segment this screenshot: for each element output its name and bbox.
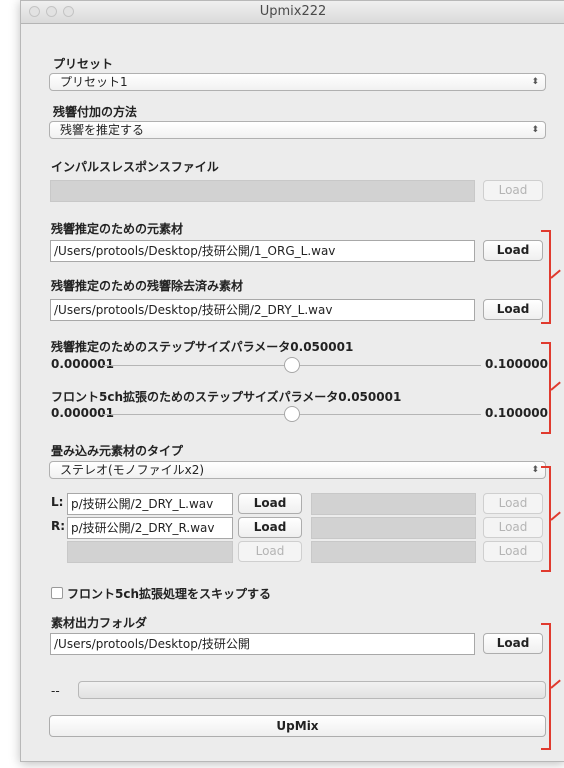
right-file-path-field[interactable]: p/技研公開/2_DRY_R.wav — [67, 517, 233, 539]
output-folder-label: 素材出力フォルダ — [51, 616, 148, 630]
right-file-extra-field — [311, 517, 476, 539]
select-arrows-icon: ⬍ — [531, 77, 539, 87]
left-file-extra-load-button: Load — [483, 493, 543, 514]
annotation-bracket-tick — [550, 679, 561, 689]
upmix-button[interactable]: UpMix — [49, 715, 546, 737]
orig-source-label: 残響推定のための元素材 — [51, 222, 184, 236]
step2-max-value: 0.100000 — [485, 406, 549, 420]
dry-source-load-button[interactable]: Load — [483, 299, 543, 320]
impulse-label: インパルスレスポンスファイル — [51, 160, 219, 174]
orig-source-load-button[interactable]: Load — [483, 240, 543, 261]
select-arrows-icon: ⬍ — [531, 465, 539, 475]
dry-source-label: 残響推定のための残響除去済み素材 — [51, 279, 244, 293]
conv-type-label: 畳み込み元素材のタイプ — [51, 444, 184, 458]
right-file-extra-load-button: Load — [483, 517, 543, 538]
orig-source-path-field[interactable]: /Users/protools/Desktop/技研公開/1_ORG_L.wav — [50, 240, 475, 262]
step2-min-value: 0.000001 — [51, 406, 115, 420]
step1-min-value: 0.000001 — [51, 357, 115, 371]
step1-max-value: 0.100000 — [485, 357, 549, 371]
third-file-load-button: Load — [238, 541, 302, 562]
impulse-file-field — [50, 180, 475, 202]
step2-slider-thumb[interactable] — [284, 406, 300, 422]
third-file-extra-load-button: Load — [483, 541, 543, 562]
conv-type-select[interactable]: ステレオ(モノファイルx2) ⬍ — [49, 461, 546, 479]
step1-slider-thumb[interactable] — [284, 357, 300, 373]
preset-label: プリセット — [53, 57, 114, 71]
left-file-path-field[interactable]: p/技研公開/2_DRY_L.wav — [67, 493, 233, 515]
annotation-bracket — [541, 342, 551, 434]
conv-type-select-value: ステレオ(モノファイルx2) — [60, 463, 205, 477]
annotation-bracket-tick — [550, 381, 561, 391]
third-file-extra-field — [311, 541, 476, 563]
annotation-bracket-tick — [550, 269, 561, 279]
third-file-path-field — [67, 541, 233, 563]
progress-bar — [78, 681, 546, 699]
skip-front-label[interactable]: フロント5ch拡張処理をスキップする — [67, 585, 271, 602]
select-arrows-icon: ⬍ — [531, 125, 539, 135]
skip-front-checkbox[interactable] — [51, 587, 63, 599]
step1-label: 残響推定のためのステップサイズパラメータ0.050001 — [51, 340, 354, 354]
output-folder-load-button[interactable]: Load — [483, 633, 543, 654]
left-channel-label: L: — [51, 495, 64, 509]
right-file-load-button[interactable]: Load — [238, 517, 302, 538]
window-title: Upmix222 — [259, 4, 327, 19]
left-file-extra-field — [311, 493, 476, 515]
left-file-load-button[interactable]: Load — [238, 493, 302, 514]
reverb-method-select-value: 残響を推定する — [60, 123, 145, 137]
progress-status-text: -- — [51, 684, 60, 698]
title-bar: Upmix222 — [21, 1, 564, 24]
annotation-bracket-tick — [550, 511, 561, 521]
impulse-load-button: Load — [483, 180, 543, 201]
app-window: Upmix222 プリセット プリセット1 ⬍ 残響付加の方法 残響を推定する … — [20, 0, 564, 762]
dry-source-path-field[interactable]: /Users/protools/Desktop/技研公開/2_DRY_L.wav — [50, 299, 475, 321]
preset-select[interactable]: プリセット1 ⬍ — [49, 73, 546, 91]
reverb-method-select[interactable]: 残響を推定する ⬍ — [49, 121, 546, 139]
preset-select-value: プリセット1 — [60, 75, 128, 89]
reverb-method-label: 残響付加の方法 — [53, 105, 138, 119]
output-folder-path-field[interactable]: /Users/protools/Desktop/技研公開 — [50, 633, 475, 655]
right-channel-label: R: — [51, 519, 66, 533]
step2-label: フロント5ch拡張のためのステップサイズパラメータ0.050001 — [51, 390, 402, 404]
